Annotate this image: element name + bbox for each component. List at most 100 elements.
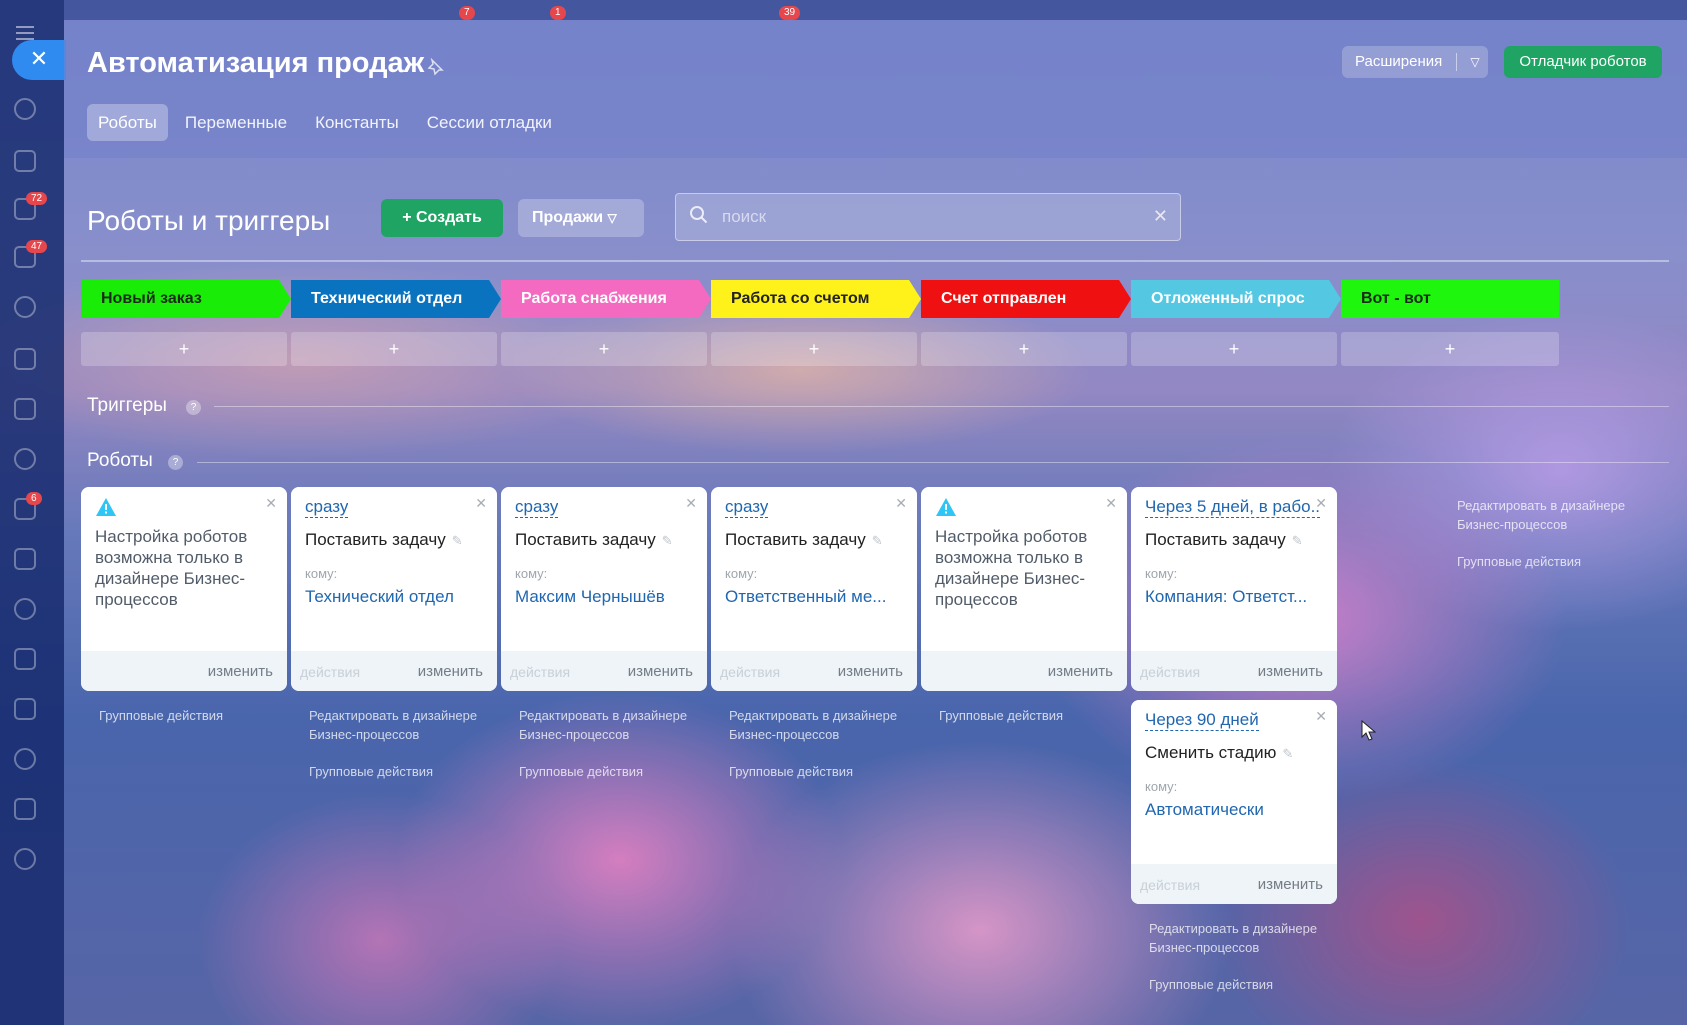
pencil-icon[interactable]: ✎ bbox=[1292, 533, 1303, 548]
group-actions-link[interactable]: Групповые действия bbox=[309, 762, 433, 781]
store-icon[interactable] bbox=[14, 648, 36, 670]
edit-in-designer-link[interactable]: Редактировать в дизайнере Бизнес-процесс… bbox=[519, 706, 709, 744]
drive-icon[interactable] bbox=[14, 398, 36, 420]
delay-link[interactable]: сразу bbox=[515, 497, 559, 518]
close-slider-button[interactable]: ✕ bbox=[12, 40, 66, 80]
extensions-button[interactable]: Расширения ▽ bbox=[1342, 46, 1488, 78]
robot-card[interactable]: ✕ Настройка роботов возможна только в ди… bbox=[921, 487, 1127, 691]
edit-in-designer-link[interactable]: Редактировать в дизайнере Бизнес-процесс… bbox=[1457, 496, 1657, 534]
tab-constants[interactable]: Константы bbox=[304, 104, 410, 141]
group-actions-link[interactable]: Групповые действия bbox=[1457, 552, 1581, 571]
delete-icon[interactable]: ✕ bbox=[1315, 495, 1327, 512]
to-label: кому: bbox=[725, 566, 758, 581]
add-trigger-button[interactable]: + bbox=[711, 332, 917, 366]
robot-card[interactable]: ✕ Настройка роботов возможна только в ди… bbox=[81, 487, 287, 691]
robot-debugger-button[interactable]: Отладчик роботов bbox=[1504, 46, 1662, 78]
delay-link[interactable]: сразу bbox=[725, 497, 769, 518]
assignee-link[interactable]: Максим Чернышёв bbox=[515, 587, 693, 607]
delay-link[interactable]: сразу bbox=[305, 497, 349, 518]
to-label: кому: bbox=[1145, 779, 1178, 794]
chevron-down-icon[interactable]: ▽ bbox=[1462, 46, 1488, 78]
assignee-link[interactable]: Технический отдел bbox=[305, 587, 483, 607]
triggers-label: Триггеры bbox=[87, 395, 167, 416]
action-title: Поставить задачу ✎ bbox=[515, 530, 673, 549]
help-icon[interactable]: ? bbox=[168, 455, 183, 470]
stage-invoice-sent[interactable]: Счет отправлен bbox=[921, 280, 1131, 318]
extensions-label: Расширения bbox=[1355, 53, 1443, 70]
edit-link[interactable]: изменить bbox=[628, 663, 693, 680]
calendar-icon[interactable] bbox=[14, 348, 36, 370]
delete-icon[interactable]: ✕ bbox=[895, 495, 907, 512]
edit-in-designer-link[interactable]: Редактировать в дизайнере Бизнес-процесс… bbox=[1149, 919, 1339, 957]
edit-link[interactable]: изменить bbox=[1258, 876, 1323, 893]
tab-variables[interactable]: Переменные bbox=[174, 104, 298, 141]
pin-icon[interactable] bbox=[426, 57, 446, 78]
group-actions-link[interactable]: Групповые действия bbox=[99, 706, 223, 725]
analytics-icon[interactable] bbox=[14, 798, 36, 820]
add-trigger-button[interactable]: + bbox=[1131, 332, 1337, 366]
delete-icon[interactable]: ✕ bbox=[1315, 708, 1327, 725]
tab-robots[interactable]: Роботы bbox=[87, 104, 168, 141]
delete-icon[interactable]: ✕ bbox=[265, 495, 277, 512]
pencil-icon[interactable]: ✎ bbox=[662, 533, 673, 548]
pencil-icon[interactable]: ✎ bbox=[452, 533, 463, 548]
delete-icon[interactable]: ✕ bbox=[1105, 495, 1117, 512]
contacts-icon[interactable] bbox=[14, 296, 36, 318]
delay-link[interactable]: Через 5 дней, в рабо... bbox=[1145, 497, 1320, 518]
search-box[interactable]: ✕ bbox=[675, 193, 1181, 241]
robot-card[interactable]: сразу ✕ Поставить задачу ✎ кому: Ответств… bbox=[711, 487, 917, 691]
actions-label: действия bbox=[510, 664, 571, 680]
robot-card[interactable]: Через 90 дней ✕ Сменить стадию ✎ кому: Ав… bbox=[1131, 700, 1337, 904]
stage-almost[interactable]: Вот - вот bbox=[1341, 280, 1559, 318]
edit-in-designer-link[interactable]: Редактировать в дизайнере Бизнес-процесс… bbox=[729, 706, 919, 744]
delay-link[interactable]: Через 90 дней bbox=[1145, 710, 1259, 731]
stage-deferred-demand[interactable]: Отложенный спрос bbox=[1131, 280, 1341, 318]
top-bar: 7 1 39 bbox=[64, 0, 1687, 20]
search-input[interactable] bbox=[722, 194, 1142, 240]
edit-link[interactable]: изменить bbox=[208, 663, 273, 680]
warning-icon bbox=[96, 498, 116, 516]
docs-icon[interactable] bbox=[14, 548, 36, 570]
pencil-icon[interactable]: ✎ bbox=[872, 533, 883, 548]
help-icon[interactable]: ? bbox=[186, 400, 201, 415]
group-actions-link[interactable]: Групповые действия bbox=[939, 706, 1063, 725]
sites-icon[interactable] bbox=[14, 448, 36, 470]
group-actions-link[interactable]: Групповые действия bbox=[1149, 975, 1273, 994]
edit-link[interactable]: изменить bbox=[838, 663, 903, 680]
pencil-icon[interactable]: ✎ bbox=[1282, 746, 1293, 761]
settings-icon[interactable] bbox=[14, 598, 36, 620]
group-actions-link[interactable]: Групповые действия bbox=[519, 762, 643, 781]
robot-card[interactable]: сразу ✕ Поставить задачу ✎ кому: Техничес… bbox=[291, 487, 497, 691]
robot-card[interactable]: Через 5 дней, в рабо... ✕ Поставить зада… bbox=[1131, 487, 1337, 691]
actions-label: действия bbox=[1140, 877, 1201, 893]
groups-icon[interactable] bbox=[14, 698, 36, 720]
delete-icon[interactable]: ✕ bbox=[685, 495, 697, 512]
add-trigger-button[interactable]: + bbox=[291, 332, 497, 366]
assignee-link[interactable]: Ответственный ме... bbox=[725, 587, 903, 607]
group-actions-link[interactable]: Групповые действия bbox=[729, 762, 853, 781]
add-trigger-button[interactable]: + bbox=[921, 332, 1127, 366]
category-selector[interactable]: Продажи ▽ bbox=[518, 199, 644, 237]
add-trigger-button[interactable]: + bbox=[1341, 332, 1559, 366]
create-button[interactable]: + Создать bbox=[381, 199, 503, 237]
delete-icon[interactable]: ✕ bbox=[475, 495, 487, 512]
edit-link[interactable]: изменить bbox=[418, 663, 483, 680]
add-trigger-button[interactable]: + bbox=[81, 332, 287, 366]
add-trigger-button[interactable]: + bbox=[501, 332, 707, 366]
edit-in-designer-link[interactable]: Редактировать в дизайнере Бизнес-процесс… bbox=[309, 706, 499, 744]
robot-card[interactable]: сразу ✕ Поставить задачу ✎ кому: Максим Ч… bbox=[501, 487, 707, 691]
stage-new-order[interactable]: Новый заказ bbox=[81, 280, 291, 318]
assignee-link[interactable]: Компания: Ответст... bbox=[1145, 587, 1323, 607]
edit-link[interactable]: изменить bbox=[1258, 663, 1323, 680]
assignee-link[interactable]: Автоматически bbox=[1145, 800, 1323, 820]
mail-icon[interactable] bbox=[14, 150, 36, 172]
tab-debug-sessions[interactable]: Сессии отладки bbox=[416, 104, 563, 141]
stage-supply[interactable]: Работа снабжения bbox=[501, 280, 711, 318]
stage-invoice-work[interactable]: Работа со счетом bbox=[711, 280, 921, 318]
clear-icon[interactable]: ✕ bbox=[1153, 206, 1168, 227]
chat-icon[interactable] bbox=[14, 98, 36, 120]
employees-icon[interactable] bbox=[14, 748, 36, 770]
marketing-icon[interactable] bbox=[14, 848, 36, 870]
edit-link[interactable]: изменить bbox=[1048, 663, 1113, 680]
stage-tech-dept[interactable]: Технический отдел bbox=[291, 280, 501, 318]
